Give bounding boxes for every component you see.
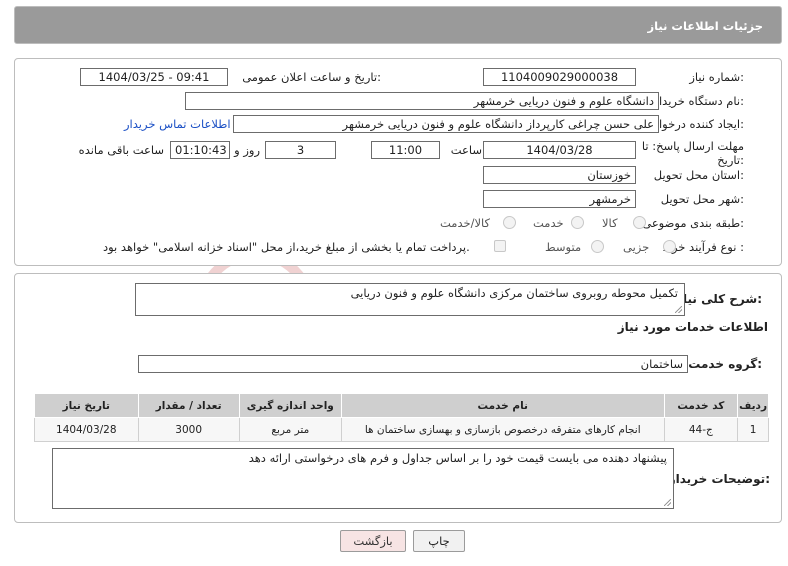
remaining-time-field[interactable]: 01:10:43 [170, 141, 230, 159]
resize-handle[interactable] [675, 306, 682, 313]
category-goods-label: کالا [602, 216, 618, 230]
deadline-time-field[interactable]: 11:00 [371, 141, 440, 159]
deadline-time-label: ساعت [450, 143, 482, 157]
deadline-date-field[interactable]: 1404/03/28 [483, 141, 636, 159]
col-code-header: کد خدمت [663, 393, 739, 418]
cell-row-number: 1 [737, 417, 769, 442]
print-button[interactable]: چاپ [413, 530, 465, 552]
buyer-notes-label: توضیحات خریدار: [668, 472, 770, 486]
category-goods-service-label: کالا/خدمت [440, 216, 491, 230]
announce-datetime-field[interactable]: 1404/03/25 - 09:41 [80, 68, 228, 86]
resize-handle[interactable] [664, 499, 671, 506]
cell-need-date: 1404/03/28 [34, 417, 139, 442]
summary-textarea[interactable]: تکمیل محوطه روبروی ساختمان مرکزی دانشگاه… [135, 283, 685, 316]
category-service-radio[interactable] [571, 216, 584, 229]
buyer-org-field[interactable]: دانشگاه علوم و فنون دریایی خرمشهر [185, 92, 659, 110]
category-service-label: خدمت [533, 216, 564, 230]
summary-label: شرح کلی نیاز: [676, 292, 762, 306]
need-info-panel [14, 58, 782, 266]
back-button[interactable]: بازگشت [340, 530, 406, 552]
services-table: ردیف کد خدمت نام خدمت واحد اندازه گیری ت… [34, 393, 769, 442]
requester-field[interactable]: علی حسن چراغی کارپرداز دانشگاه علوم و فن… [233, 115, 659, 133]
col-date-header: تاریخ نیاز [34, 393, 139, 418]
need-number-label: شماره نیاز: [689, 70, 744, 84]
category-label: طبقه بندی موضوعی: [642, 216, 744, 230]
buyer-notes-textarea[interactable]: پیشنهاد دهنده می بایست قیمت خود را بر اس… [52, 448, 674, 509]
deadline-label: مهلت ارسال پاسخ: تا [641, 139, 744, 153]
services-section-title: اطلاعات خدمات مورد نیاز [617, 320, 768, 334]
treasury-payment-note: پرداخت تمام یا بخشی از مبلغ خرید،از محل … [103, 240, 470, 254]
remaining-days-field[interactable]: 3 [265, 141, 336, 159]
remaining-time-label: ساعت باقی مانده [78, 143, 164, 157]
announce-datetime-label: تاریخ و ساعت اعلان عمومی: [242, 70, 381, 84]
city-field[interactable]: خرمشهر [483, 190, 636, 208]
province-field[interactable]: خوزستان [483, 166, 636, 184]
col-name-header: نام خدمت [340, 393, 665, 418]
process-medium-label: متوسط [545, 240, 582, 254]
treasury-payment-checkbox[interactable] [494, 240, 506, 252]
col-unit-header: واحد اندازه گیری [238, 393, 342, 418]
category-goods-radio[interactable] [633, 216, 646, 229]
cell-quantity: 3000 [137, 417, 240, 442]
buyer-notes-text: پیشنهاد دهنده می بایست قیمت خود را بر اس… [248, 451, 667, 465]
cell-service-code: ج-44 [663, 417, 739, 442]
province-label: استان محل تحویل: [653, 168, 744, 182]
table-row: 1 ج-44 انجام کارهای متفرقه درخصوص بازساز… [34, 417, 769, 442]
table-header-row: ردیف کد خدمت نام خدمت واحد اندازه گیری ت… [34, 393, 769, 418]
process-minor-label: جزیی [623, 240, 650, 254]
summary-text: تکمیل محوطه روبروی ساختمان مرکزی دانشگاه… [350, 286, 678, 300]
city-label: شهر محل تحویل: [660, 192, 744, 206]
buyer-contact-link[interactable]: اطلاعات تماس خریدار [124, 117, 231, 131]
days-label: روز و [234, 143, 260, 157]
category-goods-service-radio[interactable] [503, 216, 516, 229]
need-number-field[interactable]: 1104009029000038 [483, 68, 636, 86]
service-group-label: گروه خدمت: [688, 357, 762, 371]
service-group-field[interactable]: ساختمان [138, 355, 688, 373]
page-title: جزئیات اطلاعات نیاز [647, 19, 763, 33]
deadline-date-sublabel: تاریخ: [717, 153, 744, 167]
process-minor-radio[interactable] [663, 240, 676, 253]
page-header: جزئیات اطلاعات نیاز [14, 6, 782, 44]
cell-service-name: انجام کارهای متفرقه درخصوص بازسازی و بهس… [340, 417, 665, 442]
process-medium-radio[interactable] [591, 240, 604, 253]
cell-unit: متر مربع [238, 417, 342, 442]
col-qty-header: تعداد / مقدار [137, 393, 240, 418]
buyer-org-label: نام دستگاه خریدار: [653, 94, 744, 108]
col-row-header: ردیف [737, 393, 769, 418]
